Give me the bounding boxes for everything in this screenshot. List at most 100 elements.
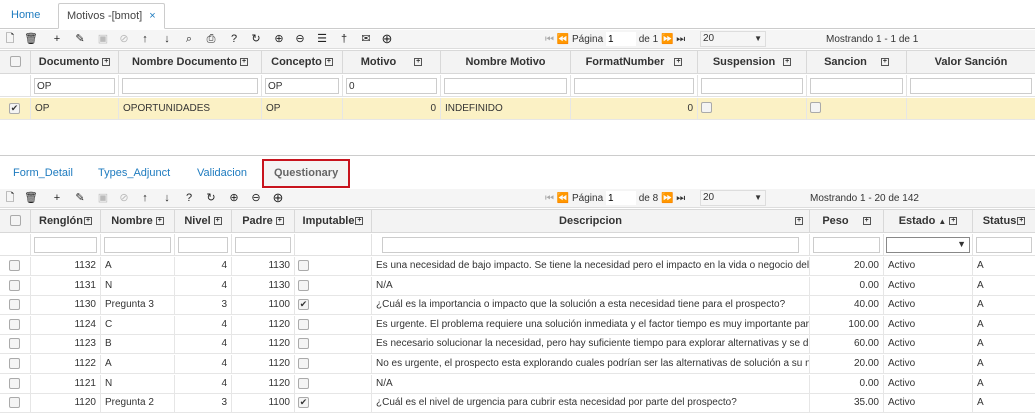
arrow-down-icon[interactable]: ↓	[160, 32, 174, 46]
trash-icon[interactable]: 🗑	[24, 191, 38, 205]
first-page-icon[interactable]: ⏮	[545, 34, 554, 45]
table-row[interactable]: 1121 N 4 1120 N/A 0.00 Activo A	[0, 375, 1035, 394]
table-row[interactable]: 1130 Pregunta 3 3 1100 ✔ ¿Cuál es la importan…	[0, 296, 1035, 315]
last-page-icon[interactable]: ⏭	[676, 34, 685, 45]
header-nombre-motivo[interactable]: Nombre Motivo	[441, 51, 571, 73]
header-formatnumber[interactable]: FormatNumber +	[571, 51, 698, 73]
filter-estado-select[interactable]: ▼	[886, 237, 970, 253]
header-motivo[interactable]: Motivo +	[343, 51, 441, 73]
next-page-icon[interactable]: ⏩	[661, 34, 673, 45]
table-row[interactable]: 1122 A 4 1120 No es urgente, el prospecto es…	[0, 355, 1035, 374]
header-concepto[interactable]: Concepto +	[262, 51, 343, 73]
imputable-checkbox[interactable]	[298, 260, 309, 271]
refresh-icon[interactable]: ↻	[204, 191, 218, 205]
header-valor-sancion[interactable]: Valor Sanción	[907, 51, 1035, 73]
table-row[interactable]: 1131 N 4 1130 N/A 0.00 Activo A	[0, 277, 1035, 296]
help-icon[interactable]: ?	[227, 32, 241, 46]
imputable-checkbox[interactable]	[298, 338, 309, 349]
menu-icon[interactable]: +	[795, 217, 803, 225]
filter-padre-input[interactable]	[235, 237, 291, 253]
sancion-checkbox[interactable]	[810, 102, 821, 113]
zoom-out-icon[interactable]: ⊖	[249, 191, 263, 205]
row-checkbox[interactable]	[9, 280, 20, 291]
help-icon[interactable]: ?	[182, 191, 196, 205]
header-estado[interactable]: Estado ▲ +	[884, 210, 973, 232]
pin-icon[interactable]: †	[337, 32, 351, 46]
add-circle-icon[interactable]: ⊕	[380, 32, 394, 46]
table-row[interactable]: ✔ OP OPORTUNIDADES OP 0 INDEFINIDO 0	[0, 98, 1035, 120]
menu-icon[interactable]: +	[155, 217, 164, 226]
header-sancion[interactable]: Sancion +	[807, 51, 907, 73]
cancel-icon[interactable]: ⊘	[117, 191, 131, 205]
print-icon[interactable]: ⎙	[204, 32, 218, 46]
table-row[interactable]: 1132 A 4 1130 Es una necesidad de bajo impac…	[0, 257, 1035, 276]
page-number-input[interactable]	[605, 191, 636, 205]
header-descripcion[interactable]: Descripcion +	[372, 210, 810, 232]
filter-sancion-input[interactable]	[810, 78, 903, 94]
row-checkbox[interactable]	[9, 299, 20, 310]
filter-formatnumber-input[interactable]	[574, 78, 694, 94]
imputable-checkbox[interactable]: ✔	[298, 397, 309, 408]
arrow-up-icon[interactable]: ↑	[138, 32, 152, 46]
row-checkbox[interactable]	[9, 378, 20, 389]
header-imputable[interactable]: Imputable +	[295, 210, 372, 232]
imputable-checkbox[interactable]	[298, 280, 309, 291]
page-number-input[interactable]	[605, 32, 636, 46]
row-checkbox[interactable]	[9, 319, 20, 330]
filter-nombre-documento-input[interactable]	[122, 78, 258, 94]
row-checkbox[interactable]: ✔	[9, 103, 20, 114]
header-suspension[interactable]: Suspension +	[698, 51, 807, 73]
row-checkbox[interactable]	[9, 338, 20, 349]
add-circle-icon[interactable]: ⊕	[271, 191, 285, 205]
filter-renglon-input[interactable]	[34, 237, 97, 253]
table-row[interactable]: 1124 C 4 1120 Es urgente. El problema requie…	[0, 316, 1035, 335]
header-nivel[interactable]: Nivel +	[175, 210, 232, 232]
menu-icon[interactable]: +	[783, 58, 792, 67]
refresh-icon[interactable]: ↻	[249, 32, 263, 46]
table-row[interactable]: 1123 B 4 1120 Es necesario solucionar la nec…	[0, 335, 1035, 354]
header-nombre[interactable]: Nombre +	[101, 210, 175, 232]
imputable-checkbox[interactable]	[298, 358, 309, 369]
filter-documento-input[interactable]	[34, 78, 115, 94]
filter-suspension-input[interactable]	[701, 78, 803, 94]
tab-form-detail[interactable]: Form_Detail	[13, 167, 73, 179]
search-icon[interactable]: ⌕	[182, 32, 196, 46]
zoom-out-icon[interactable]: ⊖	[293, 32, 307, 46]
header-peso[interactable]: Peso +	[810, 210, 884, 232]
menu-icon[interactable]: +	[275, 217, 284, 226]
menu-icon[interactable]: +	[324, 58, 333, 67]
zoom-in-icon[interactable]: ⊕	[272, 32, 286, 46]
page-size-select[interactable]: 20 ▼	[700, 190, 766, 206]
trash-icon[interactable]: 🗑	[24, 32, 38, 46]
last-page-icon[interactable]: ⏭	[676, 193, 685, 204]
prev-page-icon[interactable]: ⏪	[557, 193, 569, 204]
menu-icon[interactable]: +	[355, 217, 364, 226]
next-page-icon[interactable]: ⏩	[661, 193, 673, 204]
menu-icon[interactable]: +	[84, 217, 92, 226]
imputable-checkbox[interactable]	[298, 319, 309, 330]
tab-validacion[interactable]: Validacion	[197, 167, 247, 179]
select-all-checkbox[interactable]	[10, 56, 21, 67]
row-checkbox[interactable]	[9, 260, 20, 271]
arrow-up-icon[interactable]: ↑	[138, 191, 152, 205]
filter-peso-input[interactable]	[813, 237, 880, 253]
menu-icon[interactable]: +	[414, 58, 423, 67]
filter-status-input[interactable]	[976, 237, 1032, 253]
select-all-checkbox[interactable]	[10, 215, 21, 226]
arrow-down-icon[interactable]: ↓	[160, 191, 174, 205]
filter-valor-sancion-input[interactable]	[910, 78, 1032, 94]
filter-motivo-input[interactable]	[346, 78, 437, 94]
filter-nombre-input[interactable]	[104, 237, 171, 253]
suspension-checkbox[interactable]	[701, 102, 712, 113]
save-icon[interactable]: ▣	[96, 32, 110, 46]
menu-icon[interactable]: +	[862, 217, 871, 226]
filter-concepto-input[interactable]	[265, 78, 339, 94]
tab-questionary[interactable]: Questionary	[262, 159, 351, 188]
row-checkbox[interactable]	[9, 358, 20, 369]
add-icon[interactable]: +	[50, 191, 64, 205]
menu-icon[interactable]: +	[1017, 217, 1026, 226]
add-icon[interactable]: +	[50, 32, 64, 46]
header-status[interactable]: Status +	[973, 210, 1035, 232]
save-icon[interactable]: ▣	[96, 191, 110, 205]
zoom-in-icon[interactable]: ⊕	[227, 191, 241, 205]
